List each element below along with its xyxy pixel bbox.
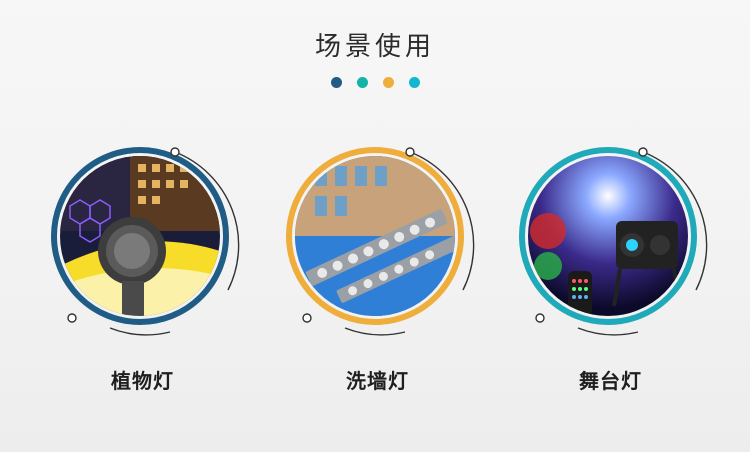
dot-1 [330, 77, 342, 88]
scene-label: 洗墙灯 [346, 369, 409, 393]
scene-card-plant-light[interactable]: 植物灯 [50, 140, 250, 400]
scene-label: 舞台灯 [579, 369, 642, 393]
dot-3 [382, 77, 394, 88]
scene-card-stage-light[interactable]: 舞台灯 [518, 140, 718, 400]
decorative-dots [0, 77, 750, 88]
scene-label: 植物灯 [111, 369, 174, 393]
wall-washer-photo [295, 156, 455, 316]
spotlight-photo [60, 156, 220, 316]
dot-4 [408, 77, 420, 88]
scene-card-wall-washer[interactable]: 洗墙灯 [285, 140, 485, 400]
page-title: 场景使用 [314, 32, 435, 62]
stage-light-photo [528, 156, 688, 316]
dot-2 [356, 77, 368, 88]
